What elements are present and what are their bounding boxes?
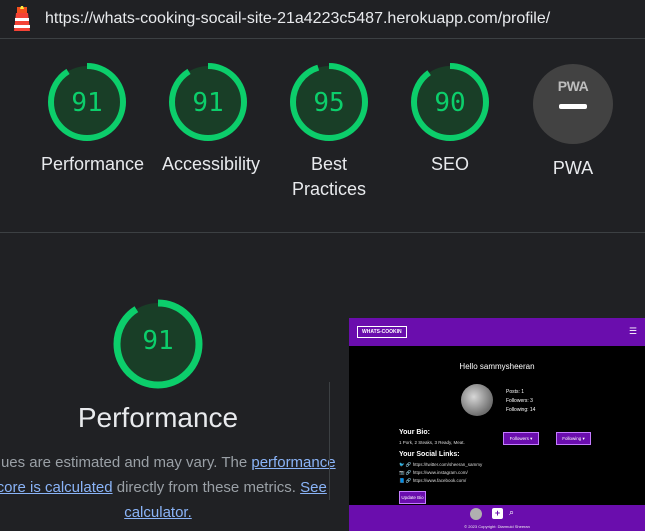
- performance-description: Values are estimated and may vary. The p…: [0, 450, 336, 525]
- performance-gauge-large: 91: [112, 298, 204, 390]
- thumb-greeting: Hello sammysheeran: [459, 362, 535, 371]
- vertical-divider: [329, 382, 330, 500]
- desc-text: Values are estimated and may vary. The: [0, 454, 248, 471]
- thumb-following-button: Following ▾: [556, 432, 591, 445]
- hamburger-icon: ☰: [628, 326, 637, 336]
- top-bar: https://whats-cooking-socail-site-21a422…: [0, 0, 645, 39]
- score-label: SEO: [430, 154, 469, 174]
- pwa-badge-text: PWA: [557, 78, 589, 94]
- gauge-performance[interactable]: 91 Performance: [41, 62, 145, 177]
- search-icon: ⌕: [509, 507, 515, 517]
- thumb-link: 📷 🔗 https://www.instagram.com/: [399, 470, 468, 475]
- page-screenshot-thumbnail[interactable]: WHATS-COOKIN ☰ Hello sammysheeran Posts:…: [349, 318, 645, 531]
- gauge-accessibility[interactable]: 91 Accessibility: [162, 62, 261, 177]
- thumb-footer: + ⌕ © 2023 Copyright: Diarmuid Sheeran: [349, 505, 645, 531]
- thumb-followers: Followers: 3: [506, 398, 533, 404]
- thumb-posts: Posts: 1: [506, 389, 525, 395]
- thumb-links-heading: Your Social Links:: [399, 451, 460, 458]
- lighthouse-icon: [14, 6, 30, 31]
- thumb-link: 🐦 🔗 https://twitter.com/sheeran_sammy: [399, 462, 483, 467]
- score-label: Performance: [41, 154, 145, 174]
- thumb-bio-heading: Your Bio:: [399, 429, 430, 436]
- score-label: Accessibility: [162, 154, 261, 174]
- score-value: 91: [71, 88, 103, 118]
- thumb-copyright: © 2023 Copyright: Diarmuid Sheeran: [464, 524, 530, 529]
- performance-title: Performance: [77, 402, 239, 433]
- thumb-bio-text: 1 Pork, 2 Steaks, 3 Ready, Meat.: [399, 440, 465, 445]
- thumb-link: 📘 🔗 https://www.facebook.com/: [399, 478, 467, 483]
- thumb-following: Following: 14: [506, 407, 536, 413]
- desc-text: directly from these metrics.: [116, 479, 296, 496]
- thumb-footer-avatar: [470, 508, 482, 520]
- score-value: 90: [434, 88, 466, 118]
- thumb-stats: Posts: 1 Followers: 3 Following: 14: [506, 388, 535, 415]
- score-value: 95: [313, 88, 345, 118]
- section-divider: [0, 232, 645, 233]
- score-value: 91: [192, 88, 224, 118]
- pwa-dash-icon: [559, 104, 587, 109]
- thumb-brand: WHATS-COOKIN: [357, 326, 407, 338]
- gauge-best-practices[interactable]: 95 Best Practices: [283, 62, 375, 202]
- gauge-seo[interactable]: 90 SEO: [404, 62, 496, 177]
- plus-icon: +: [492, 508, 503, 519]
- thumb-update-bio-button: Update Bio: [399, 491, 426, 504]
- score-label: Best Practices: [291, 154, 367, 199]
- gauge-pwa[interactable]: PWA PWA: [527, 64, 619, 181]
- thumb-followers-button: Followers ▾: [503, 432, 539, 445]
- pwa-badge: PWA: [533, 64, 613, 144]
- thumb-avatar: [461, 384, 493, 416]
- score-label: PWA: [552, 158, 594, 178]
- page-url[interactable]: https://whats-cooking-socail-site-21a422…: [45, 10, 550, 28]
- thumb-navbar: WHATS-COOKIN ☰: [349, 318, 645, 346]
- score-value: 91: [142, 326, 174, 356]
